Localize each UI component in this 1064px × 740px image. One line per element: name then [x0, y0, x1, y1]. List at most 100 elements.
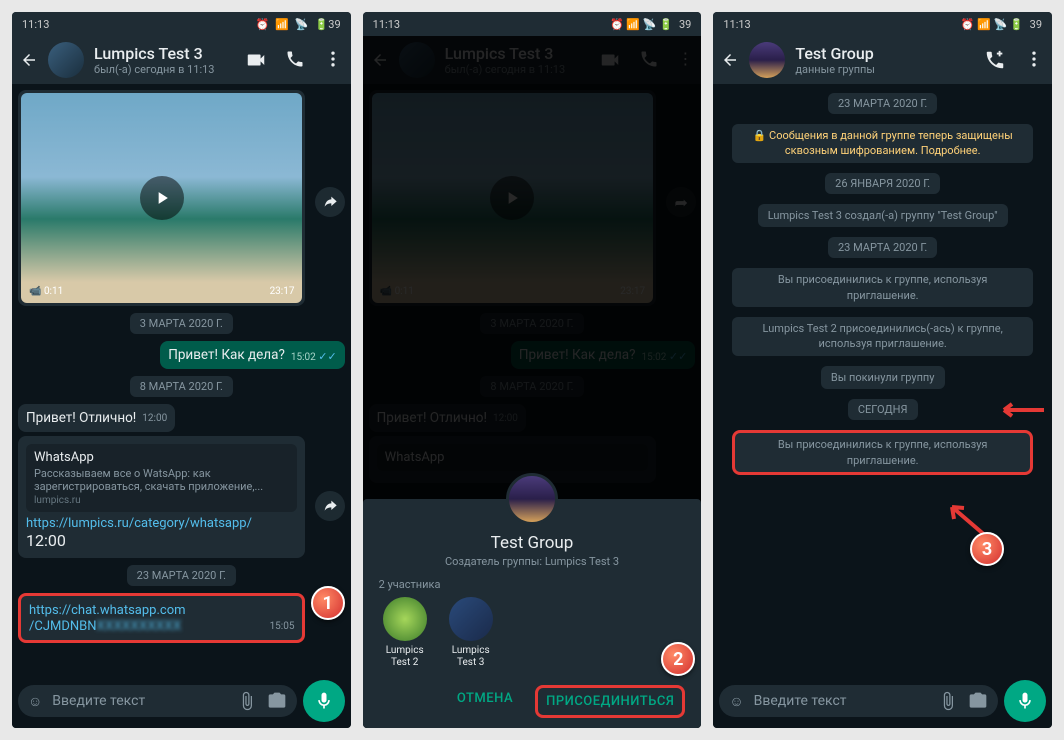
join-button[interactable]: ПРИСОЕДИНИТЬСЯ: [535, 685, 685, 718]
preview-desc: Рассказываем все о WatsApp: как зарегист…: [34, 467, 289, 493]
invite-link-line2[interactable]: /CJMDNBN: [29, 619, 97, 634]
more-icon[interactable]: [1024, 49, 1044, 71]
camera-icon[interactable]: [968, 691, 988, 711]
date-chip: 26 ЯНВАРЯ 2020 Г.: [825, 173, 940, 194]
message-out[interactable]: Привет! Как дела? 15:02 ✓✓: [160, 341, 344, 369]
app-bar: Test Group данные группы: [713, 36, 1052, 84]
message-input[interactable]: ☺ Введите текст: [18, 685, 297, 717]
app-bar: Lumpics Test 3 был(-а) сегодня в 11:13: [12, 36, 351, 84]
back-icon[interactable]: [20, 51, 38, 69]
status-time: 11:13: [723, 18, 750, 31]
play-icon[interactable]: [140, 176, 184, 220]
member-count: 2 участника: [379, 578, 686, 591]
attach-icon[interactable]: [237, 691, 257, 711]
chat-title: Test Group: [795, 44, 974, 63]
encryption-notice[interactable]: 🔒 Сообщения в данной группе теперь защищ…: [732, 124, 1033, 163]
group-avatar: [506, 473, 558, 525]
callout-3: 3: [970, 532, 1004, 566]
link-preview-message[interactable]: WhatsApp Рассказываем все о WatsApp: как…: [18, 436, 305, 558]
invite-link-message[interactable]: https://chat.whatsapp.com /CJMDNBNXXXXXX…: [18, 593, 305, 643]
invite-link-line1[interactable]: https://chat.whatsapp.com: [29, 603, 186, 618]
group-name: Test Group: [379, 533, 686, 553]
system-message: Lumpics Test 3 создал(-а) группу "Test G…: [758, 204, 1008, 227]
callout-1: 1: [311, 586, 345, 620]
system-message: Вы присоединились к группе, используя пр…: [732, 268, 1033, 307]
emoji-icon[interactable]: ☺: [729, 693, 743, 710]
chat-title: Lumpics Test 3: [94, 44, 235, 63]
system-message-joined: Вы присоединились к группе, используя пр…: [732, 430, 1033, 475]
message-in[interactable]: Привет! Отлично! 12:00: [18, 404, 175, 432]
link-text[interactable]: https://lumpics.ru/category/whatsapp/: [26, 516, 297, 531]
system-message-left: Вы покинули группу: [821, 366, 945, 389]
member-list: Lumpics Test 2 Lumpics Test 3: [379, 597, 686, 669]
video-time: 23:17: [270, 286, 295, 297]
system-message: Lumpics Test 2 присоединились(-ась) к гр…: [732, 317, 1033, 356]
title-area[interactable]: Lumpics Test 3 был(-а) сегодня в 11:13: [94, 44, 235, 76]
member-item[interactable]: Lumpics Test 3: [445, 597, 497, 669]
battery-icon: 🔋39: [315, 18, 341, 31]
emoji-icon[interactable]: ☺: [28, 693, 42, 710]
status-time: 11:13: [373, 18, 400, 31]
date-chip: 23 МАРТА 2020 Г.: [127, 565, 236, 586]
message-input[interactable]: ☺ Введите текст: [719, 685, 998, 717]
contact-avatar[interactable]: [48, 42, 84, 78]
video-duration: 📹 0:11: [29, 286, 63, 297]
input-placeholder: Введите текст: [52, 693, 226, 709]
input-bar: ☺ Введите текст: [12, 674, 351, 728]
attach-icon[interactable]: [938, 691, 958, 711]
input-placeholder: Введите текст: [754, 693, 928, 709]
video-message[interactable]: 📹 0:11 23:17: [18, 90, 305, 306]
add-call-icon[interactable]: [984, 49, 1006, 71]
voice-call-icon[interactable]: [285, 49, 305, 71]
member-avatar: [383, 597, 427, 641]
join-group-sheet: Test Group Создатель группы: Lumpics Tes…: [363, 499, 702, 728]
chat-area[interactable]: 📹 0:11 23:17 3 МАРТА 2020 Г. Привет! Как…: [12, 84, 351, 674]
status-bar: 11:13 ⏰ 📶 📡 🔋39: [363, 12, 702, 36]
back-icon[interactable]: [721, 51, 739, 69]
message-text: Привет! Как дела?: [168, 347, 285, 363]
status-bar: 11:13 ⏰ 📶 📡 🔋39: [713, 12, 1052, 36]
preview-domain: lumpics.ru: [34, 495, 289, 506]
mic-button[interactable]: [1004, 680, 1046, 722]
date-chip: 23 МАРТА 2020 Г.: [828, 93, 937, 114]
input-bar: ☺ Введите текст: [713, 674, 1052, 728]
join-group-overlay[interactable]: Test Group Создатель группы: Lumpics Tes…: [363, 36, 702, 728]
member-name: Lumpics Test 2: [379, 645, 431, 669]
date-chip: СЕГОДНЯ: [848, 399, 918, 420]
status-icons: ⏰ 📶 📡 🔋39: [961, 18, 1042, 31]
more-icon[interactable]: [323, 49, 343, 71]
chat-area[interactable]: 23 МАРТА 2020 Г. 🔒 Сообщения в данной гр…: [713, 84, 1052, 674]
date-chip: 3 МАРТА 2020 Г.: [130, 313, 233, 334]
title-area[interactable]: Test Group данные группы: [795, 44, 974, 76]
link-preview[interactable]: WhatsApp Рассказываем все о WatsApp: как…: [26, 444, 297, 512]
message-text: Привет! Отлично!: [26, 410, 136, 426]
date-chip: 23 МАРТА 2020 Г.: [828, 237, 937, 258]
read-ticks-icon: ✓✓: [318, 350, 336, 363]
member-avatar: [449, 597, 493, 641]
camera-icon[interactable]: [267, 691, 287, 711]
video-call-icon[interactable]: [245, 49, 267, 71]
signal-icon: 📶: [275, 18, 289, 31]
chat-subtitle: данные группы: [795, 63, 974, 76]
chat-subtitle: был(-а) сегодня в 11:13: [94, 63, 235, 76]
forward-icon[interactable]: [315, 187, 345, 217]
panel-3: 11:13 ⏰ 📶 📡 🔋39 Test Group данные группы…: [713, 12, 1052, 728]
panel-1: 11:13 ⏰ 📶 📡 🔋39 Lumpics Test 3 был(-а) с…: [12, 12, 351, 728]
status-icons: ⏰ 📶 📡 🔋39: [255, 18, 340, 31]
group-creator: Создатель группы: Lumpics Test 3: [379, 555, 686, 568]
wifi-icon: 📡: [295, 18, 309, 31]
status-bar: 11:13 ⏰ 📶 📡 🔋39: [12, 12, 351, 36]
status-time: 11:13: [22, 18, 49, 31]
status-icons: ⏰ 📶 📡 🔋39: [610, 18, 691, 31]
mic-button[interactable]: [303, 680, 345, 722]
member-item[interactable]: Lumpics Test 2: [379, 597, 431, 669]
video-thumbnail[interactable]: 📹 0:11 23:17: [21, 93, 302, 303]
arrow-annotation: [994, 400, 1044, 420]
alarm-icon: ⏰: [255, 18, 269, 31]
panel-2: 11:13 ⏰ 📶 📡 🔋39 Lumpics Test 3 был(-а) с…: [363, 12, 702, 728]
forward-icon[interactable]: [315, 491, 345, 521]
preview-title: WhatsApp: [34, 450, 289, 465]
cancel-button[interactable]: ОТМЕНА: [453, 685, 517, 718]
date-chip: 8 МАРТА 2020 Г.: [130, 376, 233, 397]
group-avatar[interactable]: [749, 42, 785, 78]
